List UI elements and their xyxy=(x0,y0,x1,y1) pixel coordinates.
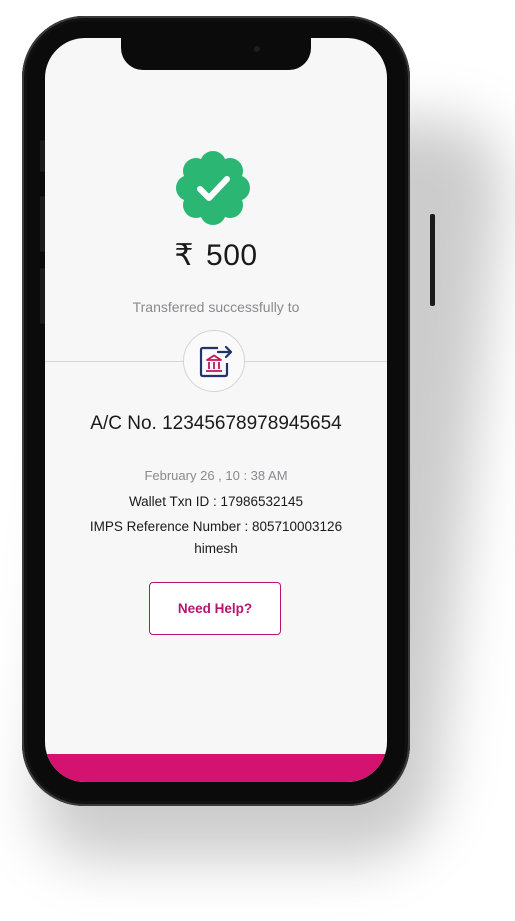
transfer-amount: ₹500 xyxy=(45,238,387,273)
bottom-action-bar xyxy=(45,754,387,782)
status-text: Transferred successfully to xyxy=(132,299,300,315)
amount-value: 500 xyxy=(206,239,258,272)
notch xyxy=(121,38,311,70)
bank-icon-circle xyxy=(183,330,245,392)
beneficiary-name: himesh xyxy=(194,541,238,556)
bank-transfer-icon xyxy=(199,345,233,378)
currency-symbol: ₹ xyxy=(174,239,195,272)
verified-check-badge-icon xyxy=(175,150,251,226)
app-screen: ₹500 Transferred successfully to A/C No.… xyxy=(45,38,387,782)
need-help-button[interactable]: Need Help? xyxy=(149,582,281,635)
wallet-txn-id: Wallet Txn ID : 17986532145 xyxy=(128,494,304,509)
imps-reference-number: IMPS Reference Number : 805710003126 xyxy=(89,519,343,534)
power-button xyxy=(430,214,435,306)
account-number: A/C No. 12345678978945654 xyxy=(90,413,342,434)
front-camera xyxy=(254,46,260,52)
transaction-datetime: February 26 , 10 : 38 AM xyxy=(144,468,288,483)
